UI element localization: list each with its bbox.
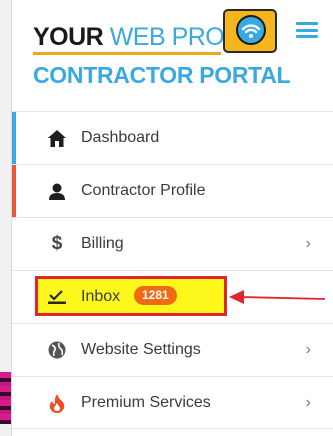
sidebar-item-label: Inbox: [81, 288, 121, 305]
header: YOUR WEB PRO CONTRACTOR PORTAL: [12, 0, 333, 108]
inbox-icon: [47, 287, 67, 307]
wifi-logo-icon: [223, 9, 277, 53]
active-accent-bar: [12, 112, 16, 164]
sidebar-item-premium-services[interactable]: Premium Services ›: [12, 376, 333, 429]
background-app-strip: [0, 372, 11, 424]
globe-icon: [47, 340, 67, 360]
sidebar-menu: Dashboard Contractor Profile $ Billing ›…: [12, 111, 333, 429]
fire-icon: [47, 393, 67, 413]
dollar-icon: $: [51, 233, 63, 254]
hamburger-icon[interactable]: [296, 22, 318, 38]
brand-webpro: WEB PRO: [109, 23, 225, 51]
sidebar-item-label: Premium Services: [81, 394, 211, 411]
brand-underline: [33, 52, 221, 55]
user-icon: [47, 181, 67, 201]
home-icon: [47, 128, 67, 148]
sidebar-item-dashboard[interactable]: Dashboard: [12, 111, 333, 164]
chevron-right-icon: ›: [305, 394, 311, 411]
brand-your: YOUR: [33, 23, 104, 51]
accent-bar: [12, 165, 16, 217]
red-arrow-annotation: [229, 290, 326, 304]
sidebar-item-label: Contractor Profile: [81, 182, 206, 199]
sidebar-item-contractor-profile[interactable]: Contractor Profile: [12, 164, 333, 217]
chevron-right-icon: ›: [305, 235, 311, 252]
unread-count-badge: 1281: [134, 286, 177, 305]
brand-logo-line2: CONTRACTOR PORTAL: [33, 62, 291, 88]
window-frame-left: [0, 0, 12, 436]
sidebar-item-inbox[interactable]: Inbox 1281: [12, 270, 333, 323]
sidebar-item-billing[interactable]: $ Billing ›: [12, 217, 333, 270]
chevron-right-icon: ›: [305, 341, 311, 358]
sidebar-item-label: Website Settings: [81, 341, 201, 358]
sidebar-item-label: Billing: [81, 235, 124, 252]
sidebar-item-label: Dashboard: [81, 129, 160, 146]
sidebar-item-website-settings[interactable]: Website Settings ›: [12, 323, 333, 376]
brand-logo-line1: YOUR WEB PRO: [33, 22, 225, 52]
